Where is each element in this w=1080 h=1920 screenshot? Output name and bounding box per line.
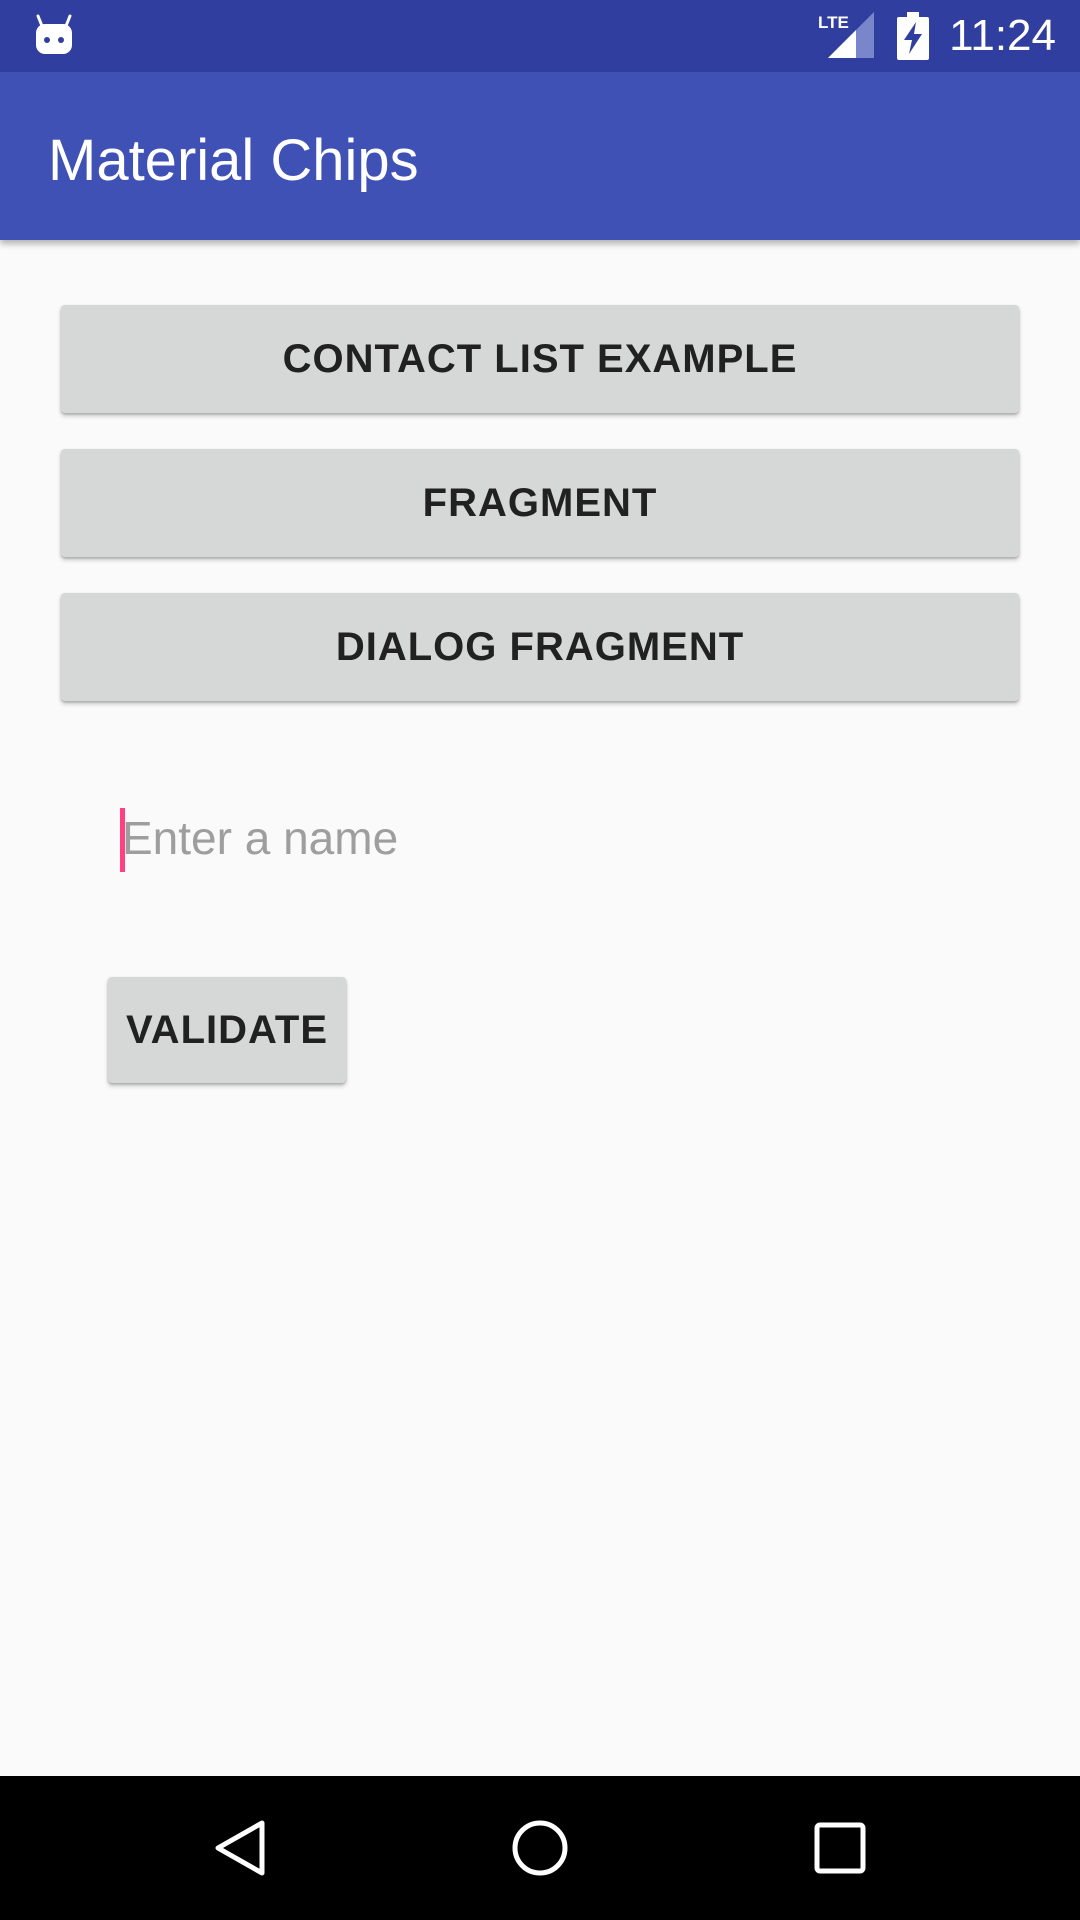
recents-icon: [814, 1822, 866, 1874]
network-label: LTE: [818, 13, 849, 32]
contact-list-example-button[interactable]: CONTACT LIST EXAMPLE: [61, 305, 1019, 413]
app-bar: Material Chips: [0, 72, 1080, 240]
app-title: Material Chips: [48, 128, 419, 193]
status-clock: 11:24: [949, 11, 1056, 60]
android-notification-icon: [36, 14, 72, 54]
name-field[interactable]: [118, 800, 958, 876]
main-content: CONTACT LIST EXAMPLE FRAGMENT DIALOG FRA…: [0, 240, 1080, 1776]
home-icon: [512, 1820, 568, 1876]
recents-button[interactable]: [760, 1776, 920, 1920]
name-input[interactable]: [122, 800, 952, 876]
fragment-button[interactable]: FRAGMENT: [61, 449, 1019, 557]
dialog-fragment-button[interactable]: DIALOG FRAGMENT: [61, 593, 1019, 701]
navigation-bar: [0, 1776, 1080, 1920]
back-button[interactable]: [160, 1776, 320, 1920]
status-bar: LTE 11:24: [0, 0, 1080, 72]
lte-signal-icon: LTE: [818, 12, 874, 58]
battery-charging-icon: [897, 12, 929, 60]
validate-button[interactable]: VALIDATE: [108, 977, 346, 1083]
home-button[interactable]: [460, 1776, 620, 1920]
back-icon: [215, 1820, 265, 1876]
